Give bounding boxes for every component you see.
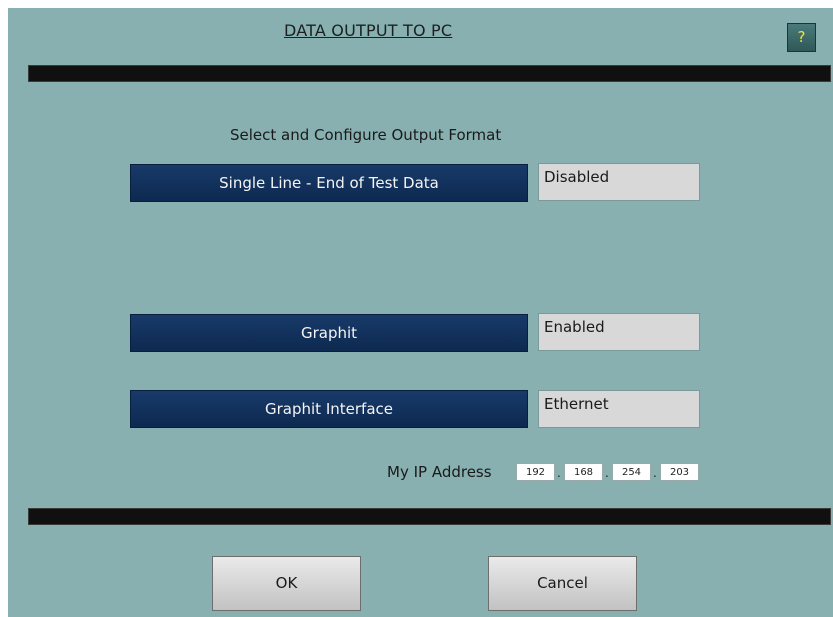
single-line-button[interactable]: Single Line - End of Test Data bbox=[130, 164, 528, 202]
bottom-separator-bar bbox=[28, 508, 831, 525]
ip-octet-4[interactable] bbox=[660, 463, 699, 481]
ip-octet-3[interactable] bbox=[612, 463, 651, 481]
ip-octet-2[interactable] bbox=[564, 463, 603, 481]
graphit-button[interactable]: Graphit bbox=[130, 314, 528, 352]
section-label: Select and Configure Output Format bbox=[230, 126, 502, 144]
help-button[interactable]: ? bbox=[787, 23, 816, 52]
graphit-interface-status: Ethernet bbox=[538, 390, 700, 428]
ip-separator: . bbox=[605, 466, 609, 480]
graphit-interface-button[interactable]: Graphit Interface bbox=[130, 390, 528, 428]
ip-separator: . bbox=[557, 466, 561, 480]
cancel-button[interactable]: Cancel bbox=[488, 556, 637, 611]
ip-octet-1[interactable] bbox=[516, 463, 555, 481]
top-separator-bar bbox=[28, 65, 831, 82]
single-line-status: Disabled bbox=[538, 163, 700, 201]
dialog-panel: DATA OUTPUT TO PC ? Select and Configure… bbox=[8, 8, 833, 617]
ip-separator: . bbox=[653, 466, 657, 480]
dialog-title: DATA OUTPUT TO PC bbox=[284, 21, 453, 40]
graphit-status: Enabled bbox=[538, 313, 700, 351]
ip-address-label: My IP Address bbox=[387, 463, 492, 481]
ok-button[interactable]: OK bbox=[212, 556, 361, 611]
